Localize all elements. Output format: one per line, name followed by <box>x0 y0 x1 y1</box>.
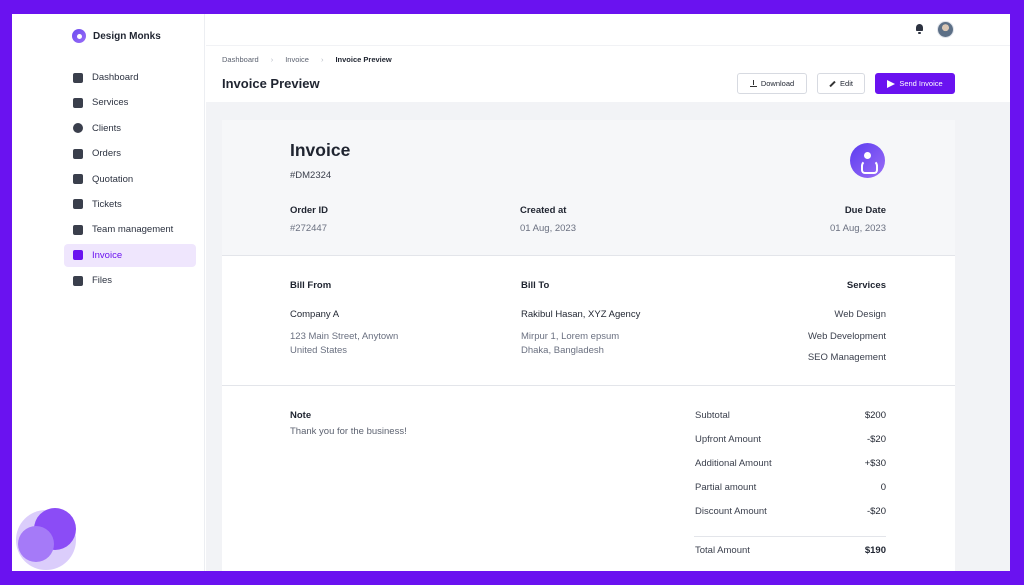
page-title: Invoice Preview <box>222 76 320 91</box>
app-window: Design Monks Dashboard Services Clients … <box>12 14 1010 571</box>
order-id-value: #272447 <box>290 223 327 234</box>
created-value: 01 Aug, 2023 <box>520 223 576 234</box>
invoice-number: #DM2324 <box>290 170 332 181</box>
sidebar-item-clients[interactable]: Clients <box>64 117 196 140</box>
sidebar-item-label: Quotation <box>92 173 134 185</box>
box-icon <box>73 97 83 108</box>
sidebar-item-label: Team management <box>92 224 174 236</box>
sidebar-item-files[interactable]: Files <box>64 269 196 292</box>
note-label: Note <box>290 410 312 421</box>
summary-label: Partial amount <box>695 482 757 493</box>
download-button[interactable]: Download <box>737 73 807 94</box>
summary-value: -$20 <box>866 434 886 445</box>
service-item: Web Design <box>834 309 886 320</box>
due-date-value: 01 Aug, 2023 <box>830 223 886 234</box>
sidebar-item-label: Clients <box>92 122 122 134</box>
brand-name: Design Monks <box>93 30 161 42</box>
sidebar: Design Monks Dashboard Services Clients … <box>12 14 205 571</box>
team-icon <box>73 224 83 235</box>
topbar <box>206 14 1010 46</box>
download-label: Download <box>760 79 795 88</box>
sidebar-item-orders[interactable]: Orders <box>64 142 196 165</box>
sidebar-item-label: Services <box>92 97 129 109</box>
sidebar-item-label: Invoice <box>92 249 123 261</box>
clients-icon <box>73 123 83 134</box>
watermark-logo-icon <box>12 506 78 572</box>
bill-to-label: Bill To <box>521 280 550 291</box>
sidebar-item-label: Dashboard <box>92 72 139 83</box>
sidebar-item-label: Orders <box>92 148 122 160</box>
send-invoice-button[interactable]: Send Invoice <box>875 73 955 94</box>
sidebar-item-label: Tickets <box>92 198 122 210</box>
sidebar-item-dashboard[interactable]: Dashboard <box>64 66 196 89</box>
send-label: Send Invoice <box>899 79 943 88</box>
bill-from-label: Bill From <box>290 280 332 291</box>
bill-to-address2: Dhaka, Bangladesh <box>521 345 604 356</box>
invoice-title: Invoice <box>290 140 351 160</box>
invoice-icon <box>73 250 83 261</box>
note-text: Thank you for the business! <box>290 426 407 437</box>
sidebar-item-quotation[interactable]: Quotation <box>64 168 196 191</box>
sidebar-item-tickets[interactable]: Tickets <box>64 193 196 216</box>
breadcrumb-current: Invoice Preview <box>335 55 392 64</box>
chevron-right-icon: › <box>320 55 324 64</box>
bill-to-name: Rakibul Hasan, XYZ Agency <box>521 309 641 320</box>
summary-divider <box>694 536 886 537</box>
dashboard-icon <box>73 72 83 83</box>
sidebar-item-services[interactable]: Services <box>64 91 196 114</box>
section-divider <box>222 385 955 386</box>
bill-from-address1: 123 Main Street, Anytown <box>290 331 399 342</box>
services-label: Services <box>846 280 886 291</box>
send-icon <box>887 79 896 88</box>
sidebar-item-label: Files <box>92 275 113 287</box>
summary-label: Discount Amount <box>695 506 767 517</box>
invoice-card: Invoice #DM2324 Order ID #272447 Created… <box>222 120 955 571</box>
bell-icon[interactable] <box>915 24 924 34</box>
pencil-icon <box>829 80 836 87</box>
edit-button[interactable]: Edit <box>817 73 865 94</box>
summary-value: +$30 <box>864 458 886 469</box>
ticket-icon <box>73 199 83 210</box>
download-icon <box>749 80 757 87</box>
sidebar-item-team-management[interactable]: Team management <box>64 218 196 241</box>
service-item: SEO Management <box>807 352 886 363</box>
orders-icon <box>73 148 83 159</box>
total-value: $190 <box>864 545 886 556</box>
edit-label: Edit <box>840 79 853 88</box>
sidebar-nav: Dashboard Services Clients Orders Quotat… <box>64 66 196 295</box>
brand-logo-icon <box>72 29 86 43</box>
quotation-icon <box>73 174 83 185</box>
breadcrumb: Dashboard › Invoice › Invoice Preview <box>222 55 392 64</box>
bill-from-name: Company A <box>290 309 340 320</box>
summary-label: Subtotal <box>695 410 730 421</box>
due-date-label: Due Date <box>844 205 886 216</box>
breadcrumb-dashboard[interactable]: Dashboard <box>222 55 259 64</box>
breadcrumb-invoice[interactable]: Invoice <box>285 55 309 64</box>
summary-label: Upfront Amount <box>695 434 762 445</box>
chevron-right-icon: › <box>270 55 274 64</box>
service-item: Web Development <box>808 331 886 342</box>
summary-value: 0 <box>880 482 886 493</box>
bill-from-address2: United States <box>290 345 348 356</box>
order-id-label: Order ID <box>290 205 329 216</box>
brand[interactable]: Design Monks <box>72 29 161 43</box>
folder-icon <box>73 275 83 286</box>
created-label: Created at <box>520 205 567 216</box>
summary-value: $200 <box>864 410 886 421</box>
user-avatar[interactable] <box>937 21 954 38</box>
bill-to-address1: Mirpur 1, Lorem epsum <box>521 331 620 342</box>
total-label: Total Amount <box>695 545 750 556</box>
summary-value: -$20 <box>866 506 886 517</box>
company-logo-icon <box>850 143 885 178</box>
sidebar-item-invoice[interactable]: Invoice <box>64 243 196 267</box>
summary-label: Additional Amount <box>695 458 772 469</box>
